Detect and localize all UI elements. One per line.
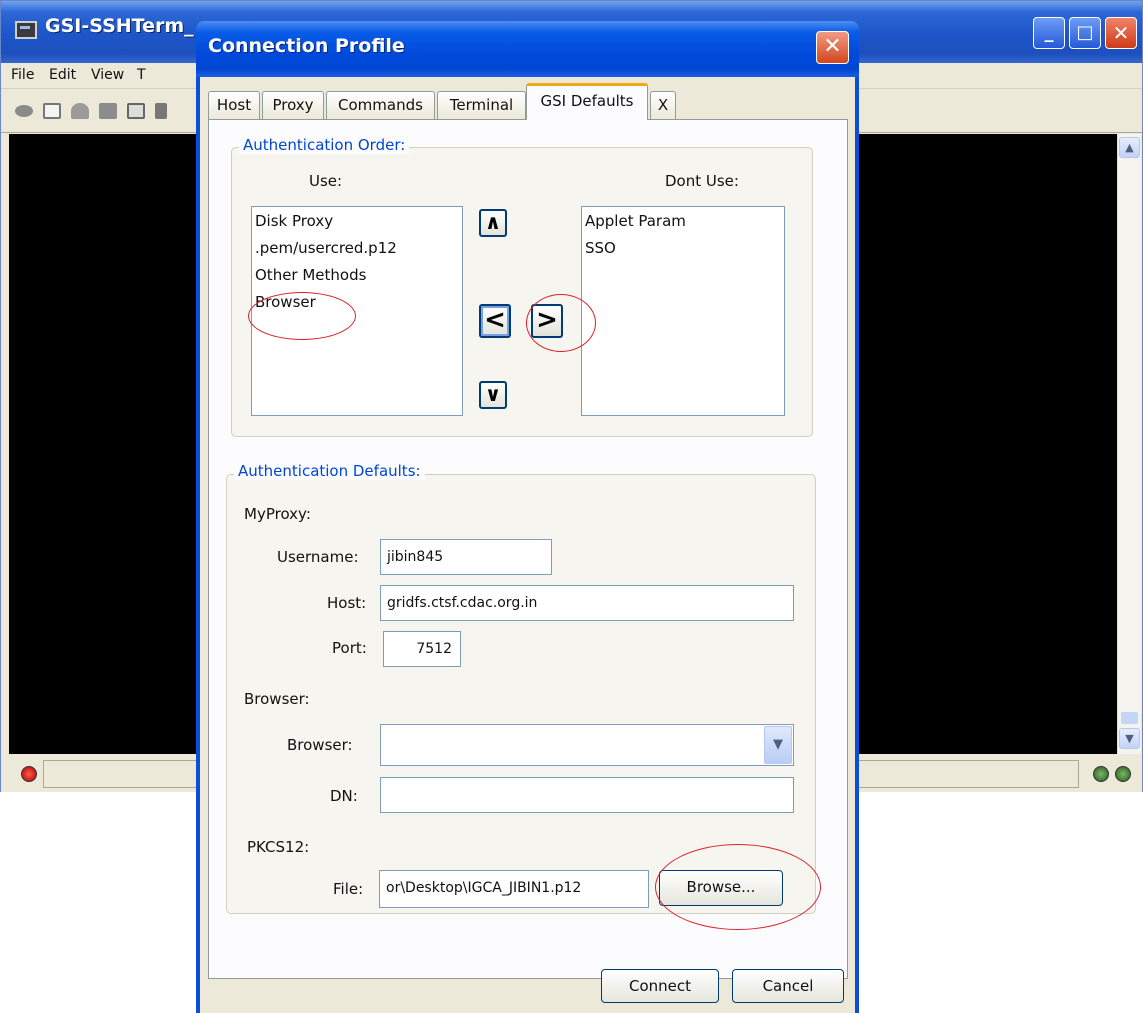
username-field[interactable]: jibin845: [380, 539, 552, 575]
tab-x[interactable]: X: [650, 91, 676, 119]
list-item[interactable]: .pem/usercred.p12: [255, 239, 397, 257]
move-right-button[interactable]: >: [531, 304, 563, 338]
maximize-button[interactable]: □: [1069, 17, 1101, 49]
menu-tools[interactable]: T: [137, 67, 146, 83]
port-field[interactable]: 7512: [383, 631, 461, 667]
authentication-defaults-legend: Authentication Defaults:: [234, 462, 425, 480]
main-window-title: GSI-SSHTerm_: [45, 15, 194, 37]
chevron-down-icon[interactable]: ▼: [764, 726, 792, 764]
myproxy-label: MyProxy:: [244, 505, 311, 523]
dialog-titlebar[interactable]: Connection Profile ✕: [196, 21, 859, 77]
gsi-defaults-panel: Authentication Order: Use: Dont Use: Dis…: [208, 119, 848, 979]
host-field[interactable]: gridfs.ctsf.cdac.org.in: [380, 585, 794, 621]
scroll-up-icon[interactable]: ▲: [1119, 137, 1140, 158]
close-button[interactable]: ✕: [1105, 17, 1137, 49]
scroll-thumb[interactable]: [1121, 712, 1138, 724]
save-icon[interactable]: [99, 103, 117, 119]
folder-icon[interactable]: [43, 103, 61, 119]
tab-terminal[interactable]: Terminal: [437, 91, 526, 119]
list-item[interactable]: Browser: [255, 293, 316, 311]
status-green-led-icon: [1115, 766, 1131, 782]
vertical-scrollbar[interactable]: ▲ ▼: [1117, 134, 1141, 754]
authentication-order-legend: Authentication Order:: [239, 136, 410, 154]
tab-proxy[interactable]: Proxy: [262, 91, 324, 119]
browse-button[interactable]: Browse...: [659, 870, 783, 906]
list-item[interactable]: SSO: [585, 239, 616, 257]
minimize-button[interactable]: _: [1033, 17, 1065, 49]
menu-view[interactable]: View: [91, 67, 124, 83]
move-up-button[interactable]: ∧: [479, 209, 507, 237]
dont-use-label: Dont Use:: [665, 172, 739, 190]
dialog-body: Host Proxy Commands Terminal GSI Default…: [200, 77, 855, 1013]
host-label: Host:: [327, 594, 367, 612]
move-left-button[interactable]: <: [479, 304, 511, 338]
dn-field[interactable]: [380, 777, 794, 813]
tab-commands[interactable]: Commands: [326, 91, 435, 119]
connect-button[interactable]: Connect: [601, 969, 719, 1003]
list-item[interactable]: Disk Proxy: [255, 212, 333, 230]
tab-gsi-defaults[interactable]: GSI Defaults: [526, 83, 648, 120]
use-label: Use:: [309, 172, 343, 190]
terminal-app-icon: [15, 21, 37, 39]
browser-select[interactable]: ▼: [380, 724, 794, 766]
menu-edit[interactable]: Edit: [49, 67, 76, 83]
status-red-led-icon: [21, 766, 37, 782]
move-down-button[interactable]: ∨: [479, 381, 507, 409]
dn-label: DN:: [330, 787, 358, 805]
dont-use-list[interactable]: Applet Param SSO: [581, 206, 785, 416]
cancel-button[interactable]: Cancel: [732, 969, 844, 1003]
connection-profile-dialog: Connection Profile ✕ Host Proxy Commands…: [196, 21, 859, 1013]
use-list[interactable]: Disk Proxy .pem/usercred.p12 Other Metho…: [251, 206, 463, 416]
file-path-field[interactable]: or\Desktop\IGCA_JIBIN1.p12: [379, 870, 649, 908]
print-icon[interactable]: [127, 103, 145, 119]
status-green-led-icon: [1093, 766, 1109, 782]
scroll-down-icon[interactable]: ▼: [1119, 728, 1140, 749]
pkcs12-label: PKCS12:: [247, 838, 310, 856]
list-item[interactable]: Applet Param: [585, 212, 686, 230]
tab-host[interactable]: Host: [208, 91, 260, 119]
browser-section-label: Browser:: [244, 690, 310, 708]
dialog-title: Connection Profile: [208, 35, 405, 57]
menu-file[interactable]: File: [11, 67, 34, 83]
toolbar-icon[interactable]: [155, 103, 167, 119]
username-label: Username:: [277, 548, 359, 566]
file-label: File:: [333, 880, 364, 898]
connect-icon[interactable]: [15, 105, 33, 117]
port-label: Port:: [332, 639, 367, 657]
browser-label: Browser:: [287, 736, 353, 754]
list-item[interactable]: Other Methods: [255, 266, 366, 284]
user-icon[interactable]: [71, 103, 89, 119]
dialog-close-button[interactable]: ✕: [816, 31, 849, 64]
